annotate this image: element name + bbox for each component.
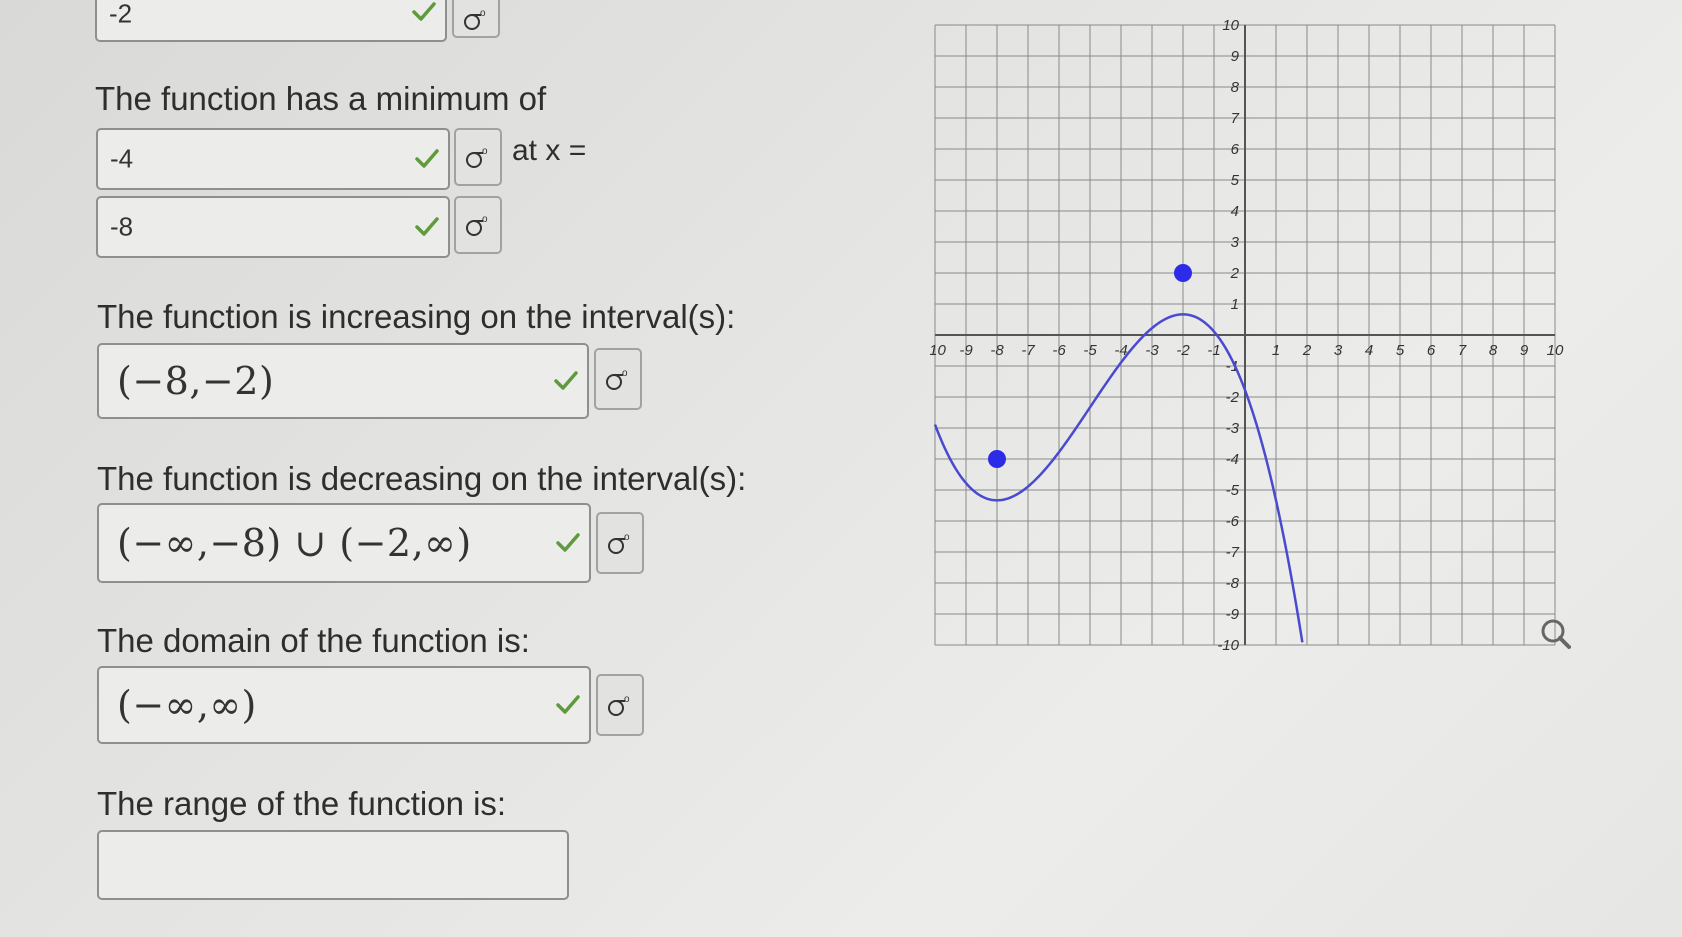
- equation-editor-button[interactable]: o: [454, 196, 502, 254]
- minimum-x-field[interactable]: -8: [96, 196, 450, 258]
- check-icon: [554, 371, 578, 390]
- y-tick-label: 4: [1231, 203, 1239, 220]
- magnifier-handle: [1558, 636, 1571, 649]
- x-tick-label: -8: [990, 342, 1004, 359]
- check-icon: [415, 217, 439, 236]
- equation-editor-icon: o: [608, 694, 630, 716]
- svg-text:o: o: [482, 214, 488, 225]
- x-tick-label: -3: [1145, 342, 1159, 359]
- y-tick-label: 9: [1231, 48, 1240, 65]
- x-tick-label: 4: [1365, 342, 1373, 359]
- x-tick-label: -1: [1207, 342, 1220, 359]
- equation-editor-icon: o: [608, 532, 630, 554]
- increasing-interval-value: (−8,−2): [117, 359, 275, 403]
- decreasing-interval-value: (−∞,−8) ∪ (−2,∞): [117, 521, 472, 565]
- check-icon: [415, 149, 439, 168]
- equation-editor-button[interactable]: o: [452, 0, 500, 38]
- y-tick-label: -4: [1226, 451, 1239, 468]
- y-tick-label: -7: [1226, 544, 1240, 561]
- domain-field[interactable]: (−∞,∞): [97, 666, 591, 744]
- equation-editor-icon: o: [466, 214, 488, 236]
- increasing-interval-field[interactable]: (−8,−2): [97, 343, 589, 419]
- check-icon: [556, 533, 580, 552]
- svg-text:o: o: [624, 694, 630, 705]
- svg-text:o: o: [480, 8, 486, 19]
- x-axis-tick-labels: -10-9-8-7-6-5-4-3-2-112345678910: [930, 342, 1564, 359]
- x-tick-label: 7: [1458, 342, 1467, 359]
- y-tick-label: -8: [1226, 575, 1240, 592]
- minimum-label: The function has a minimum of: [95, 80, 547, 117]
- y-tick-label: 8: [1231, 79, 1240, 96]
- svg-text:o: o: [622, 368, 628, 379]
- y-tick-label: 6: [1231, 141, 1240, 158]
- x-tick-label: 3: [1334, 342, 1343, 359]
- y-tick-label: 5: [1231, 172, 1240, 189]
- x-tick-label: 8: [1489, 342, 1498, 359]
- x-tick-label: -6: [1052, 342, 1066, 359]
- range-label: The range of the function is:: [97, 785, 507, 822]
- x-tick-label: 10: [1547, 342, 1564, 359]
- equation-editor-button[interactable]: o: [454, 128, 502, 186]
- increasing-label: The function is increasing on the interv…: [97, 298, 736, 335]
- equation-editor-icon: o: [464, 8, 486, 31]
- check-icon: [556, 695, 580, 714]
- y-tick-label: -3: [1226, 420, 1240, 437]
- graph-point: [988, 450, 1006, 468]
- function-graph[interactable]: -10 -9 -8 -7 -6 -5 -4 -3 -2 -1 1 2 3 4 5 6 7 8 9 10 10 9 8 7 6 5…: [930, 20, 1580, 670]
- y-tick-label: -6: [1226, 513, 1240, 530]
- check-icon: [412, 2, 436, 21]
- x-tick-label: -5: [1083, 342, 1097, 359]
- y-tick-label: 10: [1222, 20, 1239, 34]
- svg-text:o: o: [482, 146, 488, 157]
- top-answer-field[interactable]: -2: [95, 0, 447, 42]
- y-tick-label: 7: [1231, 110, 1240, 127]
- minimum-value-field[interactable]: -4: [96, 128, 450, 190]
- y-tick-label: -2: [1226, 389, 1240, 406]
- minimum-value: -4: [110, 143, 134, 174]
- y-tick-label: -9: [1226, 606, 1240, 623]
- x-tick-label: -9: [959, 342, 973, 359]
- domain-value: (−∞,∞): [117, 683, 257, 727]
- decreasing-interval-field[interactable]: (−∞,−8) ∪ (−2,∞): [97, 503, 591, 583]
- at-x-label: at x =: [512, 134, 587, 167]
- y-tick-label: 2: [1230, 265, 1240, 282]
- x-tick-label: 6: [1427, 342, 1436, 359]
- equation-editor-button[interactable]: o: [596, 674, 644, 736]
- x-tick-label: -2: [1176, 342, 1190, 359]
- function-curve: [933, 313, 1304, 643]
- x-tick-label: 5: [1396, 342, 1405, 359]
- x-tick-label: 1: [1272, 342, 1280, 359]
- y-axis-tick-labels: 10987654321-1-2-3-4-5-6-7-8-9-10: [1217, 20, 1239, 654]
- svg-text:o: o: [624, 532, 630, 543]
- equation-editor-button[interactable]: o: [594, 348, 642, 410]
- x-tick-label: 9: [1520, 342, 1529, 359]
- decreasing-label: The function is decreasing on the interv…: [97, 460, 747, 497]
- magnifier-icon[interactable]: [1541, 619, 1571, 649]
- y-tick-label: -10: [1217, 637, 1239, 654]
- y-tick-label: -5: [1226, 482, 1240, 499]
- equation-editor-button[interactable]: o: [596, 512, 644, 574]
- x-tick-label: -7: [1021, 342, 1035, 359]
- equation-editor-icon: o: [466, 146, 488, 168]
- graph-point: [1174, 264, 1192, 282]
- domain-label: The domain of the function is:: [97, 622, 530, 659]
- range-input[interactable]: [97, 830, 569, 900]
- equation-editor-icon: o: [606, 368, 628, 390]
- y-tick-label: 3: [1231, 234, 1240, 251]
- x-tick-label: 2: [1302, 342, 1312, 359]
- y-tick-label: 1: [1231, 296, 1239, 313]
- minimum-x-value: -8: [110, 211, 134, 242]
- top-answer-value: -2: [109, 0, 133, 29]
- x-tick-label: -10: [930, 342, 946, 359]
